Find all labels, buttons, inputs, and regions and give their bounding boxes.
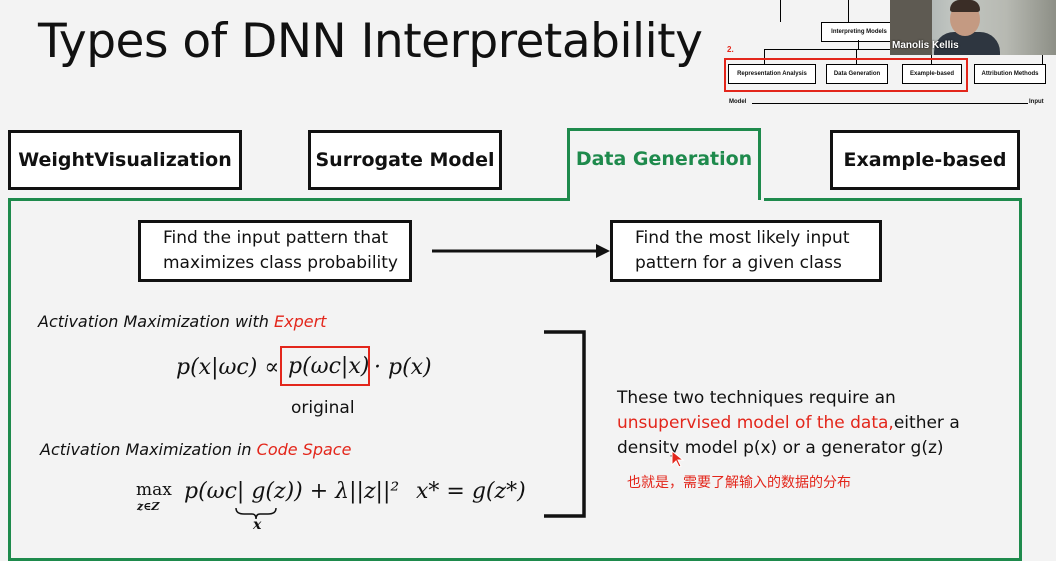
- slide-title: Types of DNN Interpretability: [38, 14, 703, 69]
- formula-expert-boxed: p(ωc|x): [280, 346, 370, 386]
- subtitle-chinese: 也就是，需要了解输入的数据的分布: [627, 475, 851, 491]
- code-space-heading-highlight: Code Space: [256, 440, 352, 459]
- tab-weight-visualization: WeightVisualization: [8, 130, 242, 190]
- code-space-heading: Activation Maximization in Code Space: [40, 440, 351, 459]
- formula-max: max: [136, 480, 172, 500]
- mini-item-data-generation: Data Generation: [826, 64, 888, 84]
- mini-axis-left: Model: [729, 99, 747, 105]
- expert-heading-prefix: Activation Maximization with: [38, 312, 274, 331]
- formula-code-body: p(ωc| g(z)) + λ||z||²: [184, 479, 400, 504]
- mini-item-representation: Representation Analysis: [728, 64, 816, 84]
- right-bracket: [544, 330, 586, 518]
- mini-axis-line: [752, 103, 1028, 104]
- panel-border-top-right: [764, 198, 1019, 201]
- mini-root-box: Interpreting Models: [821, 22, 897, 42]
- flow-box-likely-line2: pattern for a given class: [635, 253, 842, 273]
- flow-box-maximize-line2: maximizes class probability: [163, 253, 398, 273]
- mini-item-example-based: Example-based: [902, 64, 962, 84]
- video-thumbnail[interactable]: Manolis Kellis: [890, 0, 1056, 55]
- original-label: original: [291, 398, 355, 418]
- formula-expert-right: · p(x): [374, 355, 432, 380]
- formula-max-subscript: z∈Z: [137, 500, 160, 513]
- expert-heading-highlight: Expert: [274, 312, 327, 331]
- mini-marker: 2.: [727, 45, 734, 54]
- formula-expert-left: p(x|ωc) ∝: [176, 355, 280, 380]
- flow-arrow: [432, 244, 610, 258]
- tab-surrogate-model: Surrogate Model: [308, 130, 502, 190]
- video-speaker-name: Manolis Kellis: [892, 40, 959, 51]
- underbrace-label: x: [253, 517, 262, 533]
- mini-diagram: Interpreting Models: [720, 0, 1044, 112]
- flow-box-likely-input: Find the most likely input pattern for a…: [610, 220, 882, 282]
- formula-code-right: x* = g(z*): [416, 479, 526, 504]
- mouse-cursor-icon: [671, 450, 685, 468]
- flow-box-maximize: Find the input pattern that maximizes cl…: [138, 220, 412, 282]
- expert-heading: Activation Maximization with Expert: [38, 312, 326, 331]
- desc-line-2-rest: either a: [893, 413, 960, 433]
- code-space-heading-prefix: Activation Maximization in: [40, 440, 257, 459]
- mini-axis-right: Input: [1029, 99, 1044, 105]
- desc-line-3: density model p(x) or a generator g(z): [617, 438, 944, 458]
- tab-data-generation: Data Generation: [567, 128, 761, 200]
- mini-item-attribution: Attribution Methods: [974, 64, 1046, 84]
- flow-box-maximize-line1: Find the input pattern that: [163, 228, 389, 248]
- desc-line-1: These two techniques require an: [617, 388, 896, 408]
- desc-line-2: unsupervised model of the data,either a: [617, 412, 960, 435]
- flow-box-likely-line1: Find the most likely input: [635, 228, 850, 248]
- panel-border-top-left: [8, 198, 570, 201]
- desc-line-2-highlight: unsupervised model of the data,: [617, 413, 894, 433]
- tab-example-based: Example-based: [830, 130, 1020, 190]
